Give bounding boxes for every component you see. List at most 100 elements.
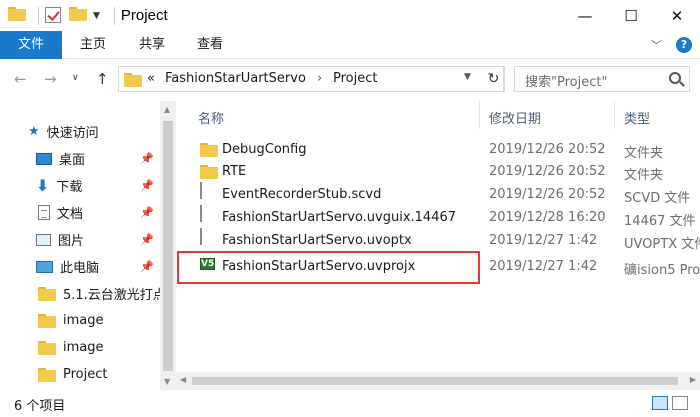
search-icon[interactable] <box>669 72 681 84</box>
nav-item-downloads[interactable]: ⬇ 下载 📌 <box>0 172 160 199</box>
scroll-down-arrow-icon[interactable]: ▼ <box>164 377 170 386</box>
file-type: 14467 文件 <box>624 214 696 229</box>
toolbar-separator <box>113 6 115 25</box>
nav-item-folder-project[interactable]: Project <box>0 361 160 388</box>
nav-quick-access[interactable]: ★ 快速访问 <box>0 118 160 145</box>
pin-icon: 📌 <box>140 179 154 192</box>
tab-view[interactable]: 查看 <box>180 31 240 59</box>
item-count: 6 个项目 <box>14 399 66 414</box>
nav-item-label: 此电脑 <box>60 261 100 276</box>
column-header-name[interactable]: 名称 <box>198 108 224 127</box>
nav-item-documents[interactable]: 文档 📌 <box>0 199 160 226</box>
maximize-button[interactable]: ☐ <box>608 0 654 31</box>
tab-file[interactable]: 文件 <box>0 31 62 59</box>
nav-item-this-pc[interactable]: 此电脑 📌 <box>0 253 160 280</box>
status-bar: 6 个项目 <box>0 390 700 417</box>
nav-item-desktop[interactable]: 桌面 📌 <box>0 145 160 172</box>
download-icon: ⬇ <box>36 176 50 195</box>
scroll-right-arrow-icon[interactable]: ▶ <box>690 375 696 384</box>
address-history-dropdown-icon[interactable]: ▼ <box>464 72 471 82</box>
file-row-uvguix[interactable]: FashionStarUartServo.uvguix.14467 2019/1… <box>176 205 700 229</box>
navigation-pane-scrollbar[interactable]: ▲ ▼ <box>160 101 176 390</box>
file-row-uvoptx[interactable]: FashionStarUartServo.uvoptx 2019/12/27 1… <box>176 228 700 252</box>
scrollbar-thumb[interactable] <box>192 377 678 385</box>
file-icon <box>200 228 202 245</box>
navigation-pane: ★ 快速访问 桌面 📌 ⬇ 下载 📌 文档 📌 图片 📌 此电脑 📌 5.1.云… <box>0 101 176 390</box>
back-arrow-icon[interactable]: ← <box>14 70 27 88</box>
large-icons-view-icon[interactable] <box>672 396 688 410</box>
file-type: SCVD 文件 <box>624 191 691 206</box>
help-icon[interactable]: ? <box>676 37 692 53</box>
folder-icon <box>38 340 56 355</box>
pin-icon: 📌 <box>140 206 154 219</box>
folder-icon <box>38 367 56 382</box>
refresh-icon[interactable]: ↻ <box>483 66 505 92</box>
file-name: FashionStarUartServo.uvoptx <box>222 233 412 248</box>
ribbon-tabs: 文件 主页 共享 查看 ﹀ ? <box>0 31 700 59</box>
star-icon: ★ <box>28 124 40 139</box>
file-row-debugconfig[interactable]: DebugConfig 2019/12/26 20:52 文件夹 <box>176 139 700 161</box>
file-type: 文件夹 <box>624 168 664 183</box>
file-date: 2019/12/26 20:52 <box>489 164 606 179</box>
desktop-icon <box>36 152 52 165</box>
file-type: UVOPTX 文件 <box>624 237 700 252</box>
file-name: FashionStarUartServo.uvguix.14467 <box>222 210 457 225</box>
column-header-type[interactable]: 类型 <box>624 108 650 127</box>
nav-item-folder-image-2[interactable]: image <box>0 334 160 361</box>
address-bar[interactable]: « FashionStarUartServo › Project <box>118 66 504 92</box>
breadcrumb-fashionstaruartservo[interactable]: FashionStarUartServo <box>165 71 306 86</box>
recent-locations-chevron-icon[interactable]: ∨ <box>72 73 79 83</box>
up-arrow-icon[interactable]: ↑ <box>96 70 109 88</box>
pin-icon: 📌 <box>140 260 154 273</box>
nav-item-folder-laser[interactable]: 5.1.云台激光打点 <box>0 280 160 307</box>
nav-item-label: 下载 <box>56 180 83 195</box>
breadcrumb-separator[interactable]: › <box>317 71 322 86</box>
forward-arrow-icon[interactable]: → <box>44 70 57 88</box>
window-title: Project <box>120 7 168 24</box>
scrollbar-thumb[interactable] <box>163 121 173 371</box>
folder-icon <box>38 313 56 328</box>
computer-icon <box>36 260 53 273</box>
document-icon <box>38 205 50 220</box>
close-button[interactable]: ✕ <box>654 0 700 31</box>
tab-share[interactable]: 共享 <box>124 31 180 59</box>
expand-ribbon-chevron-icon[interactable]: ﹀ <box>651 37 662 53</box>
minimize-button[interactable]: — <box>562 0 608 31</box>
nav-item-label: 5.1.云台激光打点 <box>63 288 160 303</box>
nav-item-folder-image-1[interactable]: image <box>0 307 160 334</box>
folder-icon <box>200 143 218 157</box>
scroll-up-arrow-icon[interactable]: ▲ <box>164 105 170 114</box>
file-list-horizontal-scrollbar[interactable]: ◀ ▶ <box>176 372 700 390</box>
customize-toolbar-dropdown-icon[interactable]: ▼ <box>93 11 100 21</box>
tab-home[interactable]: 主页 <box>62 31 124 59</box>
folder-icon <box>124 73 142 87</box>
nav-item-label: image <box>63 340 104 355</box>
search-input[interactable]: 搜索"Project" <box>514 66 690 92</box>
column-headers: 名称 修改日期 类型 <box>176 101 700 129</box>
file-type: 礦ision5 Project <box>624 263 700 278</box>
scroll-left-arrow-icon[interactable]: ◀ <box>180 375 186 384</box>
properties-check-icon[interactable] <box>45 6 63 25</box>
file-icon <box>200 205 202 222</box>
quick-access-toolbar: ▼ Project <box>0 0 168 31</box>
new-folder-icon[interactable] <box>69 6 87 25</box>
nav-item-pictures[interactable]: 图片 📌 <box>0 226 160 253</box>
nav-item-label: 快速访问 <box>46 126 99 141</box>
column-header-date[interactable]: 修改日期 <box>489 108 541 127</box>
file-date: 2019/12/27 1:42 <box>489 259 598 274</box>
address-overflow[interactable]: « <box>147 71 155 86</box>
file-icon <box>200 182 202 199</box>
column-divider[interactable] <box>479 101 480 129</box>
pin-icon: 📌 <box>140 152 154 165</box>
breadcrumb-project[interactable]: Project <box>333 71 377 86</box>
folder-icon <box>8 6 26 25</box>
file-row-rte[interactable]: RTE 2019/12/26 20:52 文件夹 <box>176 161 700 183</box>
pin-icon: 📌 <box>140 233 154 246</box>
folder-icon <box>200 165 218 179</box>
nav-item-label: 文档 <box>57 207 84 222</box>
column-divider[interactable] <box>614 101 615 129</box>
file-type: 文件夹 <box>624 146 664 161</box>
nav-item-label: Project <box>63 367 108 382</box>
details-view-icon[interactable] <box>652 396 668 410</box>
file-row-eventrecorderstub[interactable]: EventRecorderStub.scvd 2019/12/26 20:52 … <box>176 182 700 206</box>
